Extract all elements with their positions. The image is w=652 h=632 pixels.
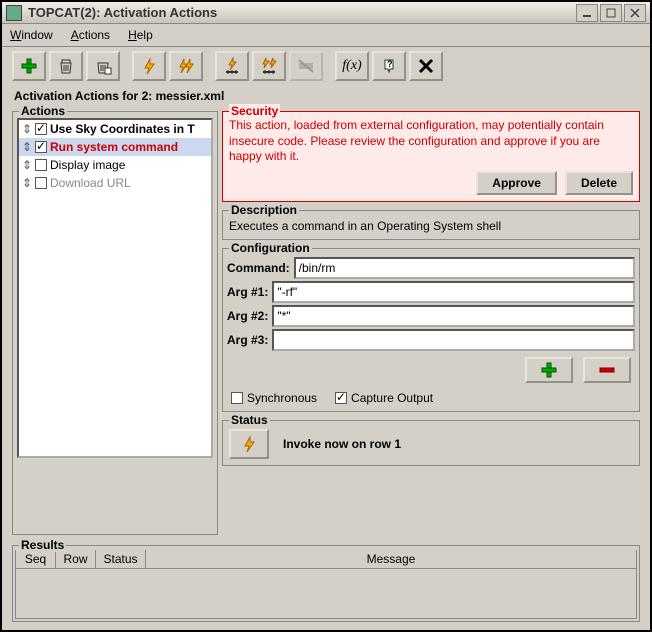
invoke-multi-button[interactable] — [169, 51, 203, 81]
synchronous-label: Synchronous — [247, 391, 317, 405]
security-legend: Security — [229, 104, 280, 118]
invoke-all-multi-button[interactable] — [252, 51, 286, 81]
security-panel: Security This action, loaded from extern… — [222, 111, 640, 202]
remove-inactive-button[interactable] — [86, 51, 120, 81]
drag-handle-icon[interactable]: ⇕ — [22, 122, 32, 136]
arg3-input[interactable] — [272, 329, 635, 351]
actions-list: ⇕ Use Sky Coordinates in T ⇕ Run system … — [17, 118, 213, 458]
invoke-all-single-button[interactable] — [215, 51, 249, 81]
action-checkbox[interactable] — [35, 141, 47, 153]
minimize-button[interactable] — [576, 4, 598, 22]
arg3-label: Arg #3: — [227, 333, 268, 347]
function-button[interactable]: f(x) — [335, 51, 369, 81]
arg1-input[interactable] — [272, 281, 635, 303]
invoke-now-button[interactable] — [229, 429, 269, 459]
configuration-legend: Configuration — [229, 241, 312, 255]
close-button[interactable] — [409, 51, 443, 81]
arg1-label: Arg #1: — [227, 285, 268, 299]
col-seq[interactable]: Seq — [16, 550, 56, 569]
status-text: Invoke now on row 1 — [283, 437, 401, 451]
delete-button[interactable]: Delete — [565, 171, 633, 195]
action-row[interactable]: ⇕ Use Sky Coordinates in T — [19, 120, 211, 138]
description-text: Executes a command in an Operating Syste… — [227, 217, 635, 235]
add-action-button[interactable] — [12, 51, 46, 81]
command-input[interactable] — [294, 257, 635, 279]
menu-actions[interactable]: Actions — [69, 26, 112, 44]
capture-checkbox[interactable] — [335, 392, 347, 404]
content-heading: Activation Actions for 2: messier.xml — [2, 85, 650, 105]
action-label: Use Sky Coordinates in T — [50, 122, 195, 136]
action-checkbox[interactable] — [35, 177, 47, 189]
arg2-label: Arg #2: — [227, 309, 268, 323]
main-area: Actions ⇕ Use Sky Coordinates in T ⇕ Run… — [2, 105, 650, 539]
status-legend: Status — [229, 413, 270, 427]
results-panel: Results Seq Row Status Message — [12, 545, 640, 622]
synchronous-checkbox-row[interactable]: Synchronous — [231, 391, 317, 405]
action-label: Display image — [50, 158, 125, 172]
configuration-panel: Configuration Command: Arg #1: Arg #2: A… — [222, 248, 640, 412]
status-panel: Status Invoke now on row 1 — [222, 420, 640, 466]
results-table: Seq Row Status Message — [15, 550, 637, 569]
action-checkbox[interactable] — [35, 123, 47, 135]
col-status[interactable]: Status — [96, 550, 146, 569]
synchronous-checkbox[interactable] — [231, 392, 243, 404]
remove-action-button[interactable] — [49, 51, 83, 81]
drag-handle-icon[interactable]: ⇕ — [22, 176, 32, 190]
action-row[interactable]: ⇕ Run system command — [19, 138, 211, 156]
results-body — [15, 569, 637, 619]
action-label: Download URL — [50, 176, 131, 190]
help-button[interactable]: ? — [372, 51, 406, 81]
invoke-single-button[interactable] — [132, 51, 166, 81]
description-legend: Description — [229, 203, 299, 217]
titlebar: TOPCAT(2): Activation Actions — [2, 2, 650, 24]
action-checkbox[interactable] — [35, 159, 47, 171]
results-legend: Results — [19, 538, 66, 552]
action-label: Run system command — [50, 140, 178, 154]
app-window: TOPCAT(2): Activation Actions Window Act… — [0, 0, 652, 632]
svg-text:?: ? — [387, 59, 393, 69]
action-row[interactable]: ⇕ Download URL — [19, 174, 211, 192]
col-row[interactable]: Row — [56, 550, 96, 569]
window-title: TOPCAT(2): Activation Actions — [26, 5, 575, 20]
menu-help[interactable]: Help — [126, 26, 155, 44]
drag-handle-icon[interactable]: ⇕ — [22, 140, 32, 154]
col-message[interactable]: Message — [146, 550, 637, 569]
actions-legend: Actions — [19, 104, 67, 118]
arg2-input[interactable] — [272, 305, 635, 327]
action-row[interactable]: ⇕ Display image — [19, 156, 211, 174]
drag-handle-icon[interactable]: ⇕ — [22, 158, 32, 172]
add-arg-button[interactable] — [525, 357, 573, 383]
remove-arg-button[interactable] — [583, 357, 631, 383]
toolbar: f(x) ? — [2, 47, 650, 85]
maximize-button[interactable] — [600, 4, 622, 22]
menubar: Window Actions Help — [2, 24, 650, 47]
app-icon — [6, 5, 22, 21]
security-text: This action, loaded from external config… — [229, 118, 633, 165]
command-label: Command: — [227, 261, 290, 275]
approve-button[interactable]: Approve — [476, 171, 557, 195]
menu-window[interactable]: Window — [8, 26, 55, 44]
close-window-button[interactable] — [624, 4, 646, 22]
pause-seq-button[interactable] — [289, 51, 323, 81]
capture-label: Capture Output — [351, 391, 433, 405]
capture-checkbox-row[interactable]: Capture Output — [335, 391, 433, 405]
description-panel: Description Executes a command in an Ope… — [222, 210, 640, 240]
